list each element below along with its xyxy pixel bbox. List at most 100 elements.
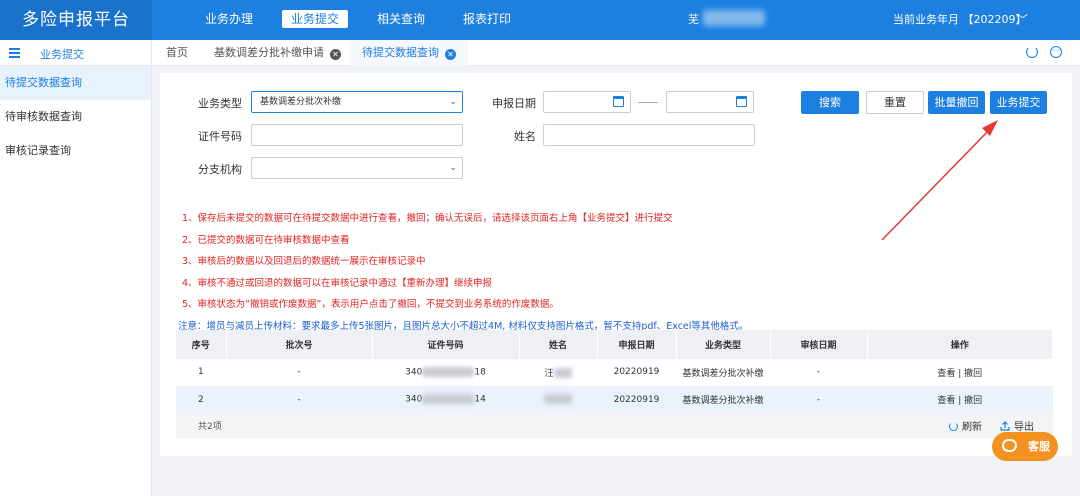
- withdraw-link[interactable]: 撤回: [964, 369, 982, 379]
- nav-item-report-print[interactable]: 报表打印: [454, 10, 520, 28]
- col-header-ops: 操作: [867, 330, 1053, 359]
- cell-date: 20220919: [597, 386, 676, 414]
- sidebar-item-pending-submit[interactable]: 待提交数据查询: [0, 66, 151, 100]
- table-row[interactable]: 1 - 340 18 汪 20220919 基数调差分批次补缴 - 查看 | 撤回: [176, 359, 1053, 387]
- more-icon[interactable]: ···: [1050, 46, 1062, 58]
- id-prefix: 340: [405, 367, 423, 378]
- col-header-name: 姓名: [519, 330, 598, 359]
- tab-home[interactable]: 首页: [166, 40, 188, 66]
- cell-ops: 查看 | 撤回: [867, 359, 1053, 387]
- nav-item-business-submit[interactable]: 业务提交: [282, 10, 349, 28]
- op-separator: |: [958, 396, 962, 406]
- name-prefix: 汪: [544, 368, 554, 379]
- biz-type-value: 基数调差分批次补缴: [260, 97, 342, 107]
- id-number-label: 证件号码: [198, 130, 242, 143]
- id-suffix: 14: [474, 394, 486, 405]
- notice-list: 1、保存后未提交的数据可在待提交数据中进行查看，撤回；确认无误后，请选择该页面右…: [178, 208, 748, 337]
- app-logo: 多险申报平台: [0, 0, 152, 40]
- calendar-icon: [736, 96, 747, 107]
- view-link[interactable]: 查看: [937, 396, 955, 406]
- table-row[interactable]: 2 - 340 14 20220919 基数调差分批次补缴 - 查看 | 撤回: [176, 386, 1053, 414]
- notice-item: 2、已提交的数据可在待审核数据中查看: [182, 234, 350, 246]
- col-header-id: 证件号码: [372, 330, 520, 359]
- chat-icon: [1002, 439, 1017, 452]
- nav-item-business-handle[interactable]: 业务办理: [196, 10, 262, 28]
- date-range-separator: [638, 102, 658, 103]
- business-period[interactable]: 当前业务年月 【202209】: [893, 11, 1027, 27]
- op-separator: |: [958, 368, 962, 379]
- refresh-icon: [949, 422, 958, 431]
- menu-toggle-icon[interactable]: [9, 48, 20, 58]
- cell-no: 2: [176, 386, 226, 414]
- business-submit-button[interactable]: 业务提交: [990, 91, 1047, 114]
- sidebar: 业务提交 待提交数据查询 待审核数据查询 审核记录查询: [0, 40, 152, 496]
- redacted-block: [422, 394, 475, 405]
- id-suffix: 18: [474, 367, 486, 378]
- user-name[interactable]: 芜: [688, 11, 699, 27]
- cell-type: 基数调差分批次补缴: [676, 359, 770, 387]
- withdraw-link[interactable]: 撤回: [964, 396, 982, 406]
- sidebar-item-review-records[interactable]: 审核记录查询: [0, 134, 151, 168]
- cell-audit: -: [770, 386, 867, 414]
- reset-button[interactable]: 重置: [866, 91, 924, 114]
- main-panel: 业务类型 基数调差分批次补缴 ⌄ 申报日期 搜索 重置 批量撤回 业务提交 证件…: [160, 73, 1072, 456]
- id-prefix: 340: [405, 394, 423, 405]
- tab-base-adjust[interactable]: 基数调差分批补缴申请 ✕: [214, 40, 341, 66]
- top-bar: 多险申报平台 业务办理 业务提交 相关查询 报表打印 芜 当前业务年月 【202…: [0, 0, 1080, 40]
- nav-item-related-query[interactable]: 相关查询: [368, 10, 434, 28]
- col-header-batch: 批次号: [226, 330, 373, 359]
- cell-batch: -: [226, 359, 372, 387]
- redacted-block: [553, 368, 572, 379]
- export-icon: [1000, 421, 1010, 431]
- export-button[interactable]: 导出: [1000, 418, 1034, 433]
- customer-service-button[interactable]: 客服: [992, 432, 1058, 461]
- cell-type: 基数调差分批次补缴: [676, 386, 770, 414]
- batch-withdraw-button[interactable]: 批量撤回: [928, 91, 985, 114]
- chevron-down-icon: ⌄: [449, 163, 457, 173]
- apply-date-start[interactable]: [543, 91, 631, 113]
- biz-type-label: 业务类型: [198, 97, 242, 110]
- biz-type-select[interactable]: 基数调差分批次补缴 ⌄: [251, 91, 463, 113]
- col-header-audit: 审核日期: [770, 330, 868, 359]
- cell-id: 340 18: [372, 359, 519, 387]
- cell-ops: 查看 | 撤回: [867, 386, 1053, 414]
- tab-bar: 首页 基数调差分批补缴申请 ✕ 待提交数据查询 ✕ ···: [152, 40, 1080, 66]
- notice-item: 1、保存后未提交的数据可在待提交数据中进行查看，撤回；确认无误后，请选择该页面右…: [182, 213, 673, 224]
- tab-label: 基数调差分批补缴申请: [214, 46, 324, 59]
- close-icon[interactable]: ✕: [445, 49, 456, 60]
- search-button[interactable]: 搜索: [801, 91, 859, 114]
- chevron-down-icon: ⌄: [449, 97, 457, 107]
- close-icon[interactable]: ✕: [330, 49, 341, 60]
- cell-date: 20220919: [597, 359, 676, 387]
- cell-audit: -: [770, 359, 867, 387]
- name-input[interactable]: [543, 124, 755, 146]
- redacted-block: [544, 394, 572, 405]
- data-table: 序号 批次号 证件号码 姓名 申报日期 业务类型 审核日期 操作 1 - 340…: [176, 330, 1053, 438]
- table-footer-row: 共2项: [176, 413, 1053, 438]
- name-label: 姓名: [514, 130, 536, 143]
- apply-date-end[interactable]: [666, 91, 754, 113]
- chevron-down-icon[interactable]: ﹀: [1017, 11, 1028, 27]
- cell-no: 1: [176, 359, 226, 387]
- table-header-row: 序号 批次号 证件号码 姓名 申报日期 业务类型 审核日期 操作: [176, 330, 1053, 359]
- top-nav: 业务办理 业务提交 相关查询 报表打印: [196, 10, 540, 28]
- notice-item: 5、审核状态为“撤销或作废数据”，表示用户点击了撤回，不提交到业务系统的作废数据…: [182, 299, 559, 310]
- customer-service-label: 客服: [1028, 440, 1050, 453]
- sidebar-header: 业务提交: [0, 40, 151, 66]
- notice-item: 4、审核不通过或回退的数据可以在审核记录中通过【重新办理】继续申报: [182, 277, 493, 289]
- refresh-label: 刷新: [962, 422, 982, 433]
- refresh-icon[interactable]: [1026, 46, 1038, 58]
- cell-name: [519, 386, 597, 414]
- view-link[interactable]: 查看: [937, 369, 955, 379]
- sidebar-item-pending-review[interactable]: 待审核数据查询: [0, 100, 151, 134]
- id-number-input[interactable]: [251, 124, 463, 146]
- branch-select[interactable]: ⌄: [251, 157, 463, 179]
- col-header-type: 业务类型: [676, 330, 771, 359]
- cell-name: 汪: [519, 359, 597, 387]
- col-header-date: 申报日期: [597, 330, 677, 359]
- sidebar-title: 业务提交: [40, 48, 84, 61]
- refresh-button[interactable]: 刷新: [949, 418, 982, 433]
- cell-batch: -: [226, 386, 372, 414]
- tab-pending-submit[interactable]: 待提交数据查询 ✕: [350, 40, 468, 66]
- user-name-redacted: [703, 10, 765, 26]
